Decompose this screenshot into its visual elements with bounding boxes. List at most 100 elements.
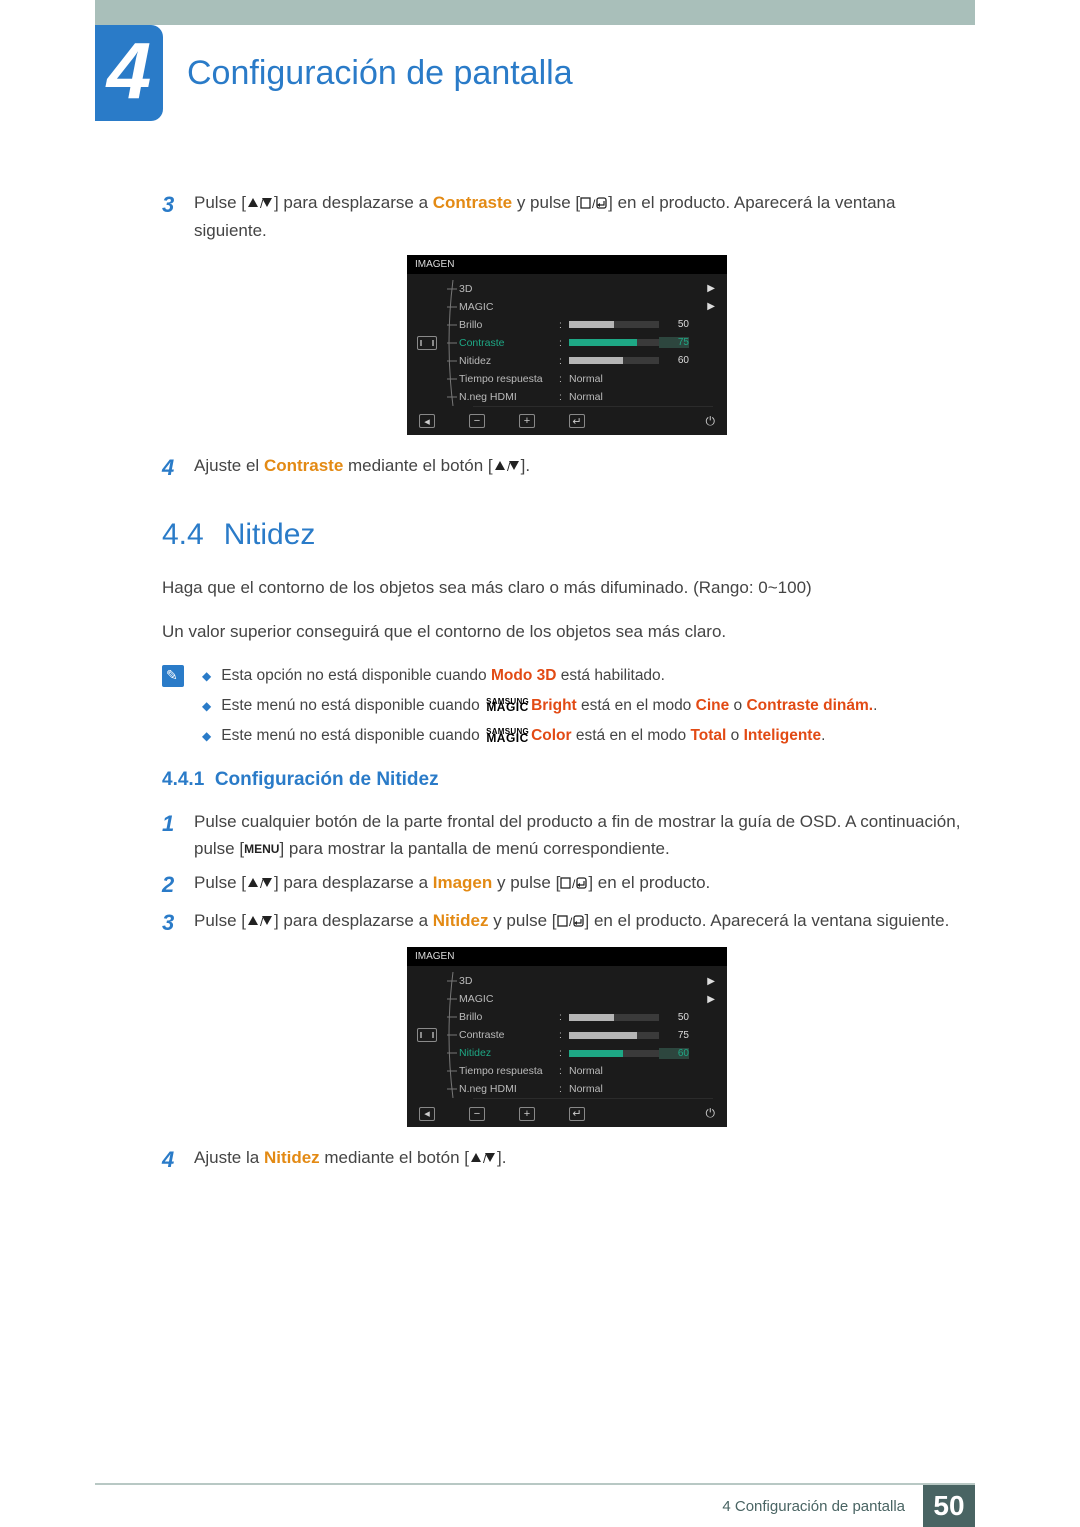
osd-value: 60 [659,355,689,366]
step-text: Ajuste la Nitidez mediante el botón [/]. [194,1145,972,1173]
highlight: Contraste [433,193,512,212]
chapter-title: Configuración de pantalla [187,54,573,93]
osd-text-value: Normal [569,1065,603,1077]
svg-text:/: / [569,915,573,928]
osd-label: Brillo [459,1011,559,1023]
osd-label: Brillo [459,319,559,331]
osd-text-value: Normal [569,1083,603,1095]
highlight: Inteligente [744,727,822,744]
box-enter-icon: / [557,910,585,936]
step-text: Ajuste el Contraste mediante el botón [/… [194,453,972,481]
text: Este menú no está disponible cuando [221,697,484,714]
subsection-title: Configuración de Nitidez [215,769,439,790]
note-item: ◆Esta opción no está disponible cuando M… [202,661,877,691]
osd-label: Nitidez [459,355,559,367]
updown-icon: / [493,455,521,481]
text: Este menú no está disponible cuando [221,727,484,744]
text: ] para desplazarse a [274,193,433,212]
osd-row: N.neg HDMI:Normal [459,1080,717,1098]
step-number: 3 [162,908,190,938]
note-block: ◆Esta opción no está disponible cuando M… [162,661,972,752]
osd-slider [569,1014,659,1021]
osd-row: MAGIC ▶ [459,298,717,316]
text: o [729,697,746,714]
colon: : [559,1047,569,1059]
colon: : [559,373,569,385]
footer-page: 50 [923,1485,975,1527]
text: ] en el producto. Aparecerá la ventana s… [585,911,950,930]
updown-icon: / [246,192,274,218]
osd-row: Brillo:50 [459,316,717,334]
text: . [873,697,877,714]
osd-footer: ◂−+↵⏻ [407,408,727,431]
updown-icon: / [246,910,274,936]
menu-label: MENU [244,840,279,859]
bullet-icon: ◆ [202,669,211,683]
osd-row: Contraste:75 [459,334,717,352]
osd-value: 75 [659,1030,689,1041]
osd-arrow-icon: ▶ [707,976,717,987]
osd-arrow-icon: ▶ [707,301,717,312]
osd-slider [569,1050,659,1057]
text: está en el modo [572,727,691,744]
chapter-number: 4 [107,31,152,111]
step-number: 4 [162,453,190,483]
text: está en el modo [577,697,696,714]
osd-row: 3D▶ [459,972,717,990]
osd-value: 75 [659,337,689,348]
bullet-icon: ◆ [202,729,211,743]
step-number: 1 [162,809,190,839]
osd-enter-icon: ↵ [569,1107,585,1121]
text: Pulse [ [194,193,246,212]
osd-side-icon [417,972,441,1098]
text: Ajuste la [194,1148,264,1167]
osd-slider [569,357,659,364]
highlight: Nitidez [264,1148,320,1167]
text: ] en el producto. [588,873,710,892]
osd-left-icon: ◂ [419,414,435,428]
osd-value: 50 [659,1012,689,1023]
osd-row: Nitidez:60 [459,1044,717,1062]
osd-label: MAGIC [459,993,559,1005]
text: y pulse [ [492,873,560,892]
step-2: 2 Pulse [/] para desplazarse a Imagen y … [162,870,972,900]
osd-label: N.neg HDMI [459,1083,559,1095]
text: ] para desplazarse a [274,911,433,930]
paragraph: Haga que el contorno de los objetos sea … [162,574,972,601]
highlight: Modo 3D [491,667,556,684]
osd-tree [441,280,459,406]
step-4-contraste: 4 Ajuste el Contraste mediante el botón … [162,453,972,483]
highlight: Nitidez [433,911,489,930]
note-list: ◆Esta opción no está disponible cuando M… [202,661,877,752]
colon: : [559,391,569,403]
step-4-nitidez: 4 Ajuste la Nitidez mediante el botón [/… [162,1145,972,1175]
text: mediante el botón [ [343,456,492,475]
osd-arrow-icon: ▶ [707,994,717,1005]
osd-label: MAGIC [459,301,559,313]
osd-row: 3D▶ [459,280,717,298]
step-number: 2 [162,870,190,900]
osd-text-value: Normal [569,373,603,385]
step-number: 3 [162,190,190,220]
note-item: ◆Este menú no está disponible cuando SAM… [202,691,877,721]
osd-power-icon: ⏻ [706,1106,716,1121]
highlight: Cine [696,697,730,714]
osd-enter-icon: ↵ [569,414,585,428]
osd-plus-icon: + [519,414,535,428]
colon: : [559,1029,569,1041]
osd-value: 50 [659,319,689,330]
bullet-icon: ◆ [202,699,211,713]
osd-label: Tiempo respuesta [459,1065,559,1077]
osd-slider [569,1032,659,1039]
text: y pulse [ [512,193,580,212]
step-number: 4 [162,1145,190,1175]
osd-row: Tiempo respuesta:Normal [459,370,717,388]
osd-minus-icon: − [469,1107,485,1121]
colon: : [559,1011,569,1023]
text: . [821,727,825,744]
osd-row: Contraste:75 [459,1026,717,1044]
section-title: Nitidez [224,518,316,551]
osd-side-icon [417,280,441,406]
osd-label: 3D [459,283,559,295]
osd-row: MAGIC ▶ [459,990,717,1008]
